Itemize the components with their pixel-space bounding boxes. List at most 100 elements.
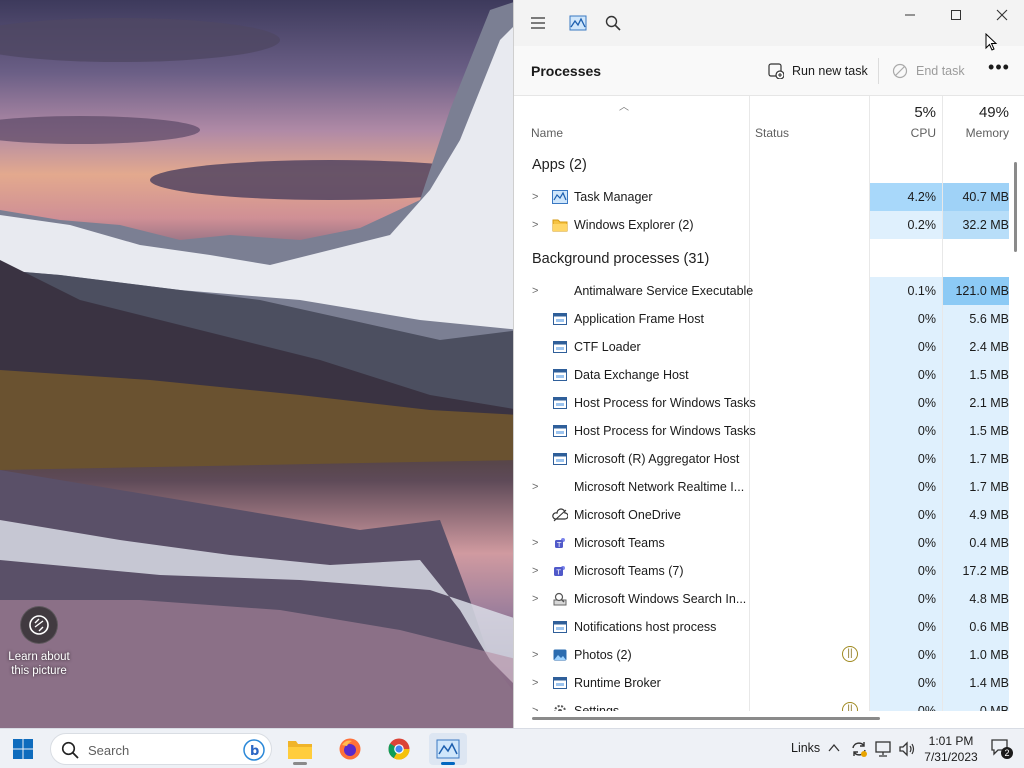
table-row[interactable]: > Microsoft Network Realtime I... 0% 1.7…: [514, 473, 1009, 501]
task-manager-taskbar-button[interactable]: [429, 733, 467, 765]
chevron-right-icon[interactable]: >: [532, 537, 542, 549]
windows-logo-icon: [13, 739, 33, 759]
svg-text:b: b: [250, 744, 259, 759]
task-manager-icon: [552, 189, 568, 205]
app-window-icon: [552, 451, 568, 467]
process-name: Microsoft OneDrive: [574, 508, 681, 522]
system-clock[interactable]: 1:01 PM 7/31/2023: [920, 733, 982, 765]
app-window-icon: [552, 675, 568, 691]
process-memory: 1.5 MB: [943, 417, 1009, 445]
process-cpu: 0%: [870, 445, 942, 473]
chevron-up-icon[interactable]: [828, 743, 840, 753]
start-button[interactable]: [7, 733, 39, 765]
group-header-background[interactable]: Background processes (31): [514, 239, 1009, 277]
chevron-right-icon[interactable]: >: [532, 191, 542, 203]
table-row[interactable]: Host Process for Windows Tasks 0% 1.5 MB: [514, 417, 1009, 445]
sync-icon[interactable]: [850, 740, 868, 758]
search-icon[interactable]: [602, 12, 624, 34]
table-header: ︿ Name Status 5% CPU 49% Memory: [514, 96, 1024, 145]
process-name: Host Process for Windows Tasks: [574, 396, 756, 410]
learn-about-picture[interactable]: Learn about this picture: [4, 606, 74, 678]
svg-text:T: T: [556, 569, 562, 577]
table-row[interactable]: > Antimalware Service Executable 0.1% 12…: [514, 277, 1009, 305]
mountain-landscape: [0, 0, 520, 728]
process-cpu: 0%: [870, 641, 942, 669]
process-cpu: 0.2%: [870, 211, 942, 239]
chevron-right-icon[interactable]: >: [532, 565, 542, 577]
volume-icon[interactable]: [898, 740, 916, 758]
taskbar: Search b Links 1:01 PM 7/31/2023 2: [0, 728, 1024, 768]
table-row[interactable]: Microsoft OneDrive 0% 4.9 MB: [514, 501, 1009, 529]
maximize-icon: [951, 10, 961, 20]
chevron-right-icon[interactable]: >: [532, 285, 542, 297]
chrome-taskbar-button[interactable]: [383, 733, 415, 765]
hamburger-menu-icon[interactable]: [527, 12, 549, 34]
run-new-task-button[interactable]: Run new task: [768, 61, 868, 81]
title-bar[interactable]: [514, 0, 1024, 46]
chevron-right-icon[interactable]: >: [532, 481, 542, 493]
chevron-right-icon[interactable]: >: [532, 677, 542, 689]
process-cpu: 0%: [870, 557, 942, 585]
process-memory: 1.7 MB: [943, 445, 1009, 473]
table-row[interactable]: > T Microsoft Teams (7) 0% 17.2 MB: [514, 557, 1009, 585]
maximize-button[interactable]: [933, 0, 979, 30]
process-memory: 40.7 MB: [943, 183, 1009, 211]
table-row[interactable]: Notifications host process 0% 0.6 MB: [514, 613, 1009, 641]
process-memory: 2.4 MB: [943, 333, 1009, 361]
clock-time: 1:01 PM: [928, 734, 974, 748]
table-row[interactable]: CTF Loader 0% 2.4 MB: [514, 333, 1009, 361]
teams-icon: T: [552, 563, 568, 579]
app-window-icon: [552, 423, 568, 439]
minimize-icon: [905, 14, 915, 16]
process-memory: 1.5 MB: [943, 361, 1009, 389]
close-button[interactable]: [979, 0, 1024, 30]
suspended-status-icon: ||: [842, 646, 858, 662]
process-cpu: 0%: [870, 473, 942, 501]
process-cpu: 0%: [870, 333, 942, 361]
command-bar: Processes Run new task End task •••: [514, 46, 1024, 96]
process-cpu: 0%: [870, 389, 942, 417]
chevron-right-icon[interactable]: >: [532, 219, 542, 231]
end-task-label: End task: [916, 64, 965, 78]
table-row[interactable]: > Photos (2) || 0% 1.0 MB: [514, 641, 1009, 669]
chevron-right-icon[interactable]: >: [532, 649, 542, 661]
table-row[interactable]: Data Exchange Host 0% 1.5 MB: [514, 361, 1009, 389]
app-window-icon: [552, 619, 568, 635]
table-row[interactable]: Application Frame Host 0% 5.6 MB: [514, 305, 1009, 333]
firefox-taskbar-button[interactable]: [334, 733, 366, 765]
chevron-right-icon[interactable]: >: [532, 593, 542, 605]
table-row[interactable]: Host Process for Windows Tasks 0% 2.1 MB: [514, 389, 1009, 417]
file-explorer-taskbar-button[interactable]: [284, 733, 316, 765]
app-window-icon: [552, 311, 568, 327]
links-toolbar[interactable]: Links: [791, 741, 820, 755]
bing-icon[interactable]: b: [243, 739, 265, 761]
table-row[interactable]: > Runtime Broker 0% 1.4 MB: [514, 669, 1009, 697]
process-cpu: 0%: [870, 305, 942, 333]
notification-center-button[interactable]: 2: [990, 738, 1014, 760]
network-icon[interactable]: [874, 740, 892, 758]
table-row[interactable]: > Task Manager 4.2% 40.7 MB: [514, 183, 1009, 211]
table-row[interactable]: > Microsoft Windows Search In... 0% 4.8 …: [514, 585, 1009, 613]
taskbar-search-box[interactable]: Search b: [50, 733, 272, 765]
process-cpu: 0%: [870, 501, 942, 529]
end-task-button[interactable]: End task: [892, 61, 965, 81]
horizontal-scrollbar[interactable]: [532, 717, 880, 720]
process-memory: 1.7 MB: [943, 473, 1009, 501]
firefox-icon: [339, 738, 361, 760]
process-memory: 1.4 MB: [943, 669, 1009, 697]
vertical-scrollbar[interactable]: [1014, 162, 1017, 252]
table-row[interactable]: > T Microsoft Teams 0% 0.4 MB: [514, 529, 1009, 557]
process-cpu: 0%: [870, 529, 942, 557]
search-placeholder: Search: [88, 743, 130, 758]
more-options-button[interactable]: •••: [988, 58, 1010, 82]
group-header-apps[interactable]: Apps (2): [514, 145, 1009, 183]
minimize-button[interactable]: [887, 0, 933, 30]
table-row[interactable]: Microsoft (R) Aggregator Host 0% 1.7 MB: [514, 445, 1009, 473]
close-icon: [996, 9, 1008, 21]
process-name: Photos (2): [574, 648, 632, 662]
table-row[interactable]: > Windows Explorer (2) 0.2% 32.2 MB: [514, 211, 1009, 239]
running-indicator: [293, 762, 307, 765]
process-name: Host Process for Windows Tasks: [574, 424, 756, 438]
search-indexer-icon: [552, 591, 568, 607]
process-memory: 0.6 MB: [943, 613, 1009, 641]
